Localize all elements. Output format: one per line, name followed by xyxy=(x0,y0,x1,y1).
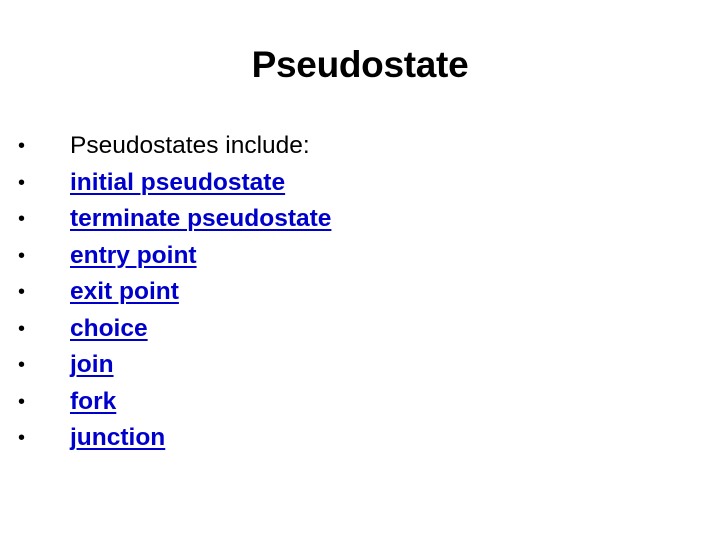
list-item: • choice xyxy=(18,311,331,348)
list-item: • fork xyxy=(18,384,331,421)
link-exit-point[interactable]: exit point xyxy=(70,274,179,310)
list-item: • join xyxy=(18,347,331,384)
bullet-icon: • xyxy=(18,171,26,194)
bullet-icon: • xyxy=(18,317,26,340)
intro-text: Pseudostates include: xyxy=(70,132,310,160)
bullet-icon: • xyxy=(18,390,26,413)
bullet-icon: • xyxy=(18,427,26,450)
link-fork[interactable]: fork xyxy=(70,384,116,420)
link-join[interactable]: join xyxy=(70,347,114,383)
bullet-icon: • xyxy=(18,354,26,377)
link-junction[interactable]: junction xyxy=(70,420,165,456)
link-choice[interactable]: choice xyxy=(70,311,148,347)
slide-title: Pseudostate xyxy=(251,44,469,85)
bullet-icon: • xyxy=(18,135,26,158)
bullet-icon: • xyxy=(18,281,26,304)
list-item: • initial pseudostate xyxy=(18,165,331,202)
link-initial-pseudostate[interactable]: initial pseudostate xyxy=(70,165,285,201)
link-entry-point[interactable]: entry point xyxy=(70,238,197,274)
bullet-list: • Pseudostates include: • initial pseudo… xyxy=(18,128,331,457)
bullet-icon: • xyxy=(18,208,26,231)
bullet-icon: • xyxy=(18,244,26,267)
list-item: • Pseudostates include: xyxy=(18,128,331,165)
list-item: • entry point xyxy=(18,238,331,275)
link-terminate-pseudostate[interactable]: terminate pseudostate xyxy=(70,201,331,237)
list-item: • junction xyxy=(18,420,331,457)
list-item: • terminate pseudostate xyxy=(18,201,331,238)
list-item: • exit point xyxy=(18,274,331,311)
